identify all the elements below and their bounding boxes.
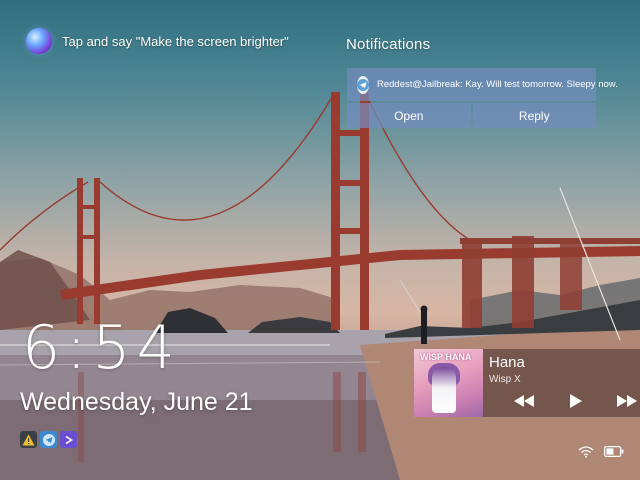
fast-forward-icon[interactable] bbox=[616, 393, 638, 409]
album-art-figure bbox=[432, 367, 456, 413]
playback-controls bbox=[513, 393, 638, 409]
system-status bbox=[578, 445, 624, 458]
track-artist: Wisp X bbox=[489, 374, 521, 385]
notification-text: Reddest@Jailbreak: Kay. Will test tomorr… bbox=[377, 79, 618, 90]
notification-actions: Open Reply bbox=[347, 103, 596, 128]
album-art-text: WISP HANA bbox=[420, 352, 472, 362]
rewind-icon[interactable] bbox=[513, 393, 535, 409]
wifi-icon bbox=[578, 446, 594, 458]
siri-prompt[interactable]: Tap and say "Make the screen brighter" bbox=[26, 28, 289, 54]
track-title: Hana bbox=[489, 354, 525, 371]
now-playing-widget: WISP HANA Hana Wisp X bbox=[414, 349, 640, 417]
siri-icon[interactable] bbox=[26, 28, 52, 54]
battery-icon bbox=[604, 446, 624, 457]
notification-app-icons bbox=[20, 431, 77, 448]
clock-date: Wednesday, June 21 bbox=[20, 388, 253, 416]
terminal-icon[interactable] bbox=[60, 431, 77, 448]
telegram-icon bbox=[357, 75, 369, 94]
notifications-title: Notifications bbox=[346, 36, 431, 53]
clock-time: 6:54 bbox=[22, 313, 181, 383]
warning-icon[interactable] bbox=[20, 431, 37, 448]
reply-button[interactable]: Reply bbox=[472, 103, 596, 128]
telegram-icon[interactable] bbox=[40, 431, 57, 448]
open-button[interactable]: Open bbox=[347, 103, 471, 128]
siri-prompt-text: Tap and say "Make the screen brighter" bbox=[62, 33, 289, 49]
track-info: Hana Wisp X bbox=[483, 349, 640, 417]
album-art[interactable]: WISP HANA bbox=[414, 349, 483, 417]
play-icon[interactable] bbox=[565, 393, 587, 409]
notification-item[interactable]: Reddest@Jailbreak: Kay. Will test tomorr… bbox=[347, 68, 618, 101]
